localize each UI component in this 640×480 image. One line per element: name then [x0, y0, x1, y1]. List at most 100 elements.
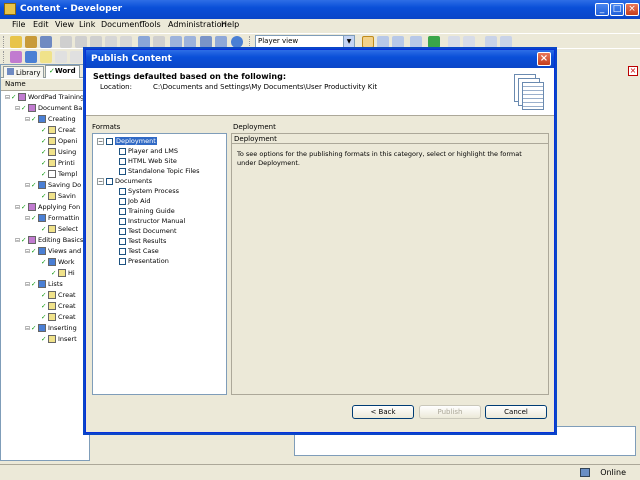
tree-item[interactable]: ✓ Creat	[35, 125, 76, 136]
menu-tools[interactable]: Tools	[141, 20, 161, 29]
tree-item[interactable]: ⊟✓ Formattin	[25, 213, 79, 224]
collapse-icon[interactable]: −	[97, 137, 104, 145]
format-item[interactable]: Standalone Topic Files	[119, 166, 200, 176]
help-icon[interactable]	[231, 36, 243, 48]
tree-item[interactable]: ✓ Using	[35, 147, 76, 158]
menu-link[interactable]: Link	[79, 20, 95, 29]
document-icon[interactable]	[70, 51, 82, 63]
format-checkbox[interactable]	[119, 227, 126, 235]
layout-icon[interactable]	[362, 36, 374, 48]
tree-item[interactable]: ⊟✓ Saving Do	[25, 180, 81, 191]
tree-item[interactable]: ⊟✓ Applying Fon	[15, 202, 80, 213]
format-item[interactable]: Test Case	[119, 246, 159, 256]
tab-library[interactable]: Library	[3, 66, 45, 78]
format-checkbox[interactable]	[106, 137, 113, 145]
find-icon[interactable]	[200, 36, 212, 48]
publish-icon[interactable]	[485, 36, 497, 48]
format-item[interactable]: Training Guide	[119, 206, 175, 216]
check-out-icon[interactable]	[463, 36, 475, 48]
tree-item[interactable]: ✓ Hi	[45, 268, 75, 279]
publish-button[interactable]: Publish	[419, 405, 481, 419]
format-checkbox[interactable]	[106, 177, 113, 185]
collapse-icon[interactable]	[184, 36, 196, 48]
paste-icon[interactable]	[90, 36, 102, 48]
format-item[interactable]: Instructor Manual	[119, 216, 185, 226]
menu-view[interactable]: View	[55, 20, 74, 29]
tree-item[interactable]: ⊟✓ Inserting	[25, 323, 77, 334]
menu-file[interactable]: File	[12, 20, 25, 29]
format-checkbox[interactable]	[119, 237, 126, 245]
close-window-button[interactable]: ×	[625, 3, 639, 16]
tree-item[interactable]: ✓ Creat	[35, 290, 76, 301]
refresh-icon[interactable]	[428, 36, 440, 48]
chevron-down-icon[interactable]: ▼	[343, 36, 354, 47]
preview-icon[interactable]	[500, 36, 512, 48]
format-checkbox[interactable]	[119, 147, 126, 155]
minimize-button[interactable]: _	[595, 3, 609, 16]
split-horizontal-icon[interactable]	[377, 36, 389, 48]
module-icon[interactable]	[10, 51, 22, 63]
tree-item[interactable]: ✓ Savin	[35, 191, 76, 202]
format-checkbox[interactable]	[119, 167, 126, 175]
save-icon[interactable]	[40, 36, 52, 48]
tree-item[interactable]: ✓ Openi	[35, 136, 77, 147]
properties-icon[interactable]	[120, 36, 132, 48]
back-button[interactable]: < Back	[352, 405, 414, 419]
tree-item[interactable]: ⊟✓ WordPad Training	[5, 92, 84, 103]
menu-help[interactable]: Help	[221, 20, 239, 29]
format-checkbox[interactable]	[119, 257, 126, 265]
topic-icon[interactable]	[40, 51, 52, 63]
cancel-button[interactable]: Cancel	[485, 405, 547, 419]
undo-icon[interactable]	[138, 36, 150, 48]
replace-icon[interactable]	[215, 36, 227, 48]
format-item[interactable]: − Deployment	[97, 136, 157, 146]
redo-icon[interactable]	[153, 36, 165, 48]
tree-item[interactable]: ✓ Insert	[35, 334, 77, 345]
maximize-button[interactable]: □	[610, 3, 624, 16]
format-item[interactable]: Test Document	[119, 226, 177, 236]
format-item[interactable]: Presentation	[119, 256, 169, 266]
menu-document[interactable]: Document	[101, 20, 142, 29]
tree-item[interactable]: ✓ Templ	[35, 169, 77, 180]
question-icon[interactable]	[55, 51, 67, 63]
format-checkbox[interactable]	[119, 247, 126, 255]
menu-edit[interactable]: Edit	[33, 20, 49, 29]
format-item[interactable]: Player and LMS	[119, 146, 178, 156]
tree-item[interactable]: ⊟✓ Document Ba	[15, 103, 82, 114]
menu-administration[interactable]: Administration	[168, 20, 227, 29]
format-item[interactable]: Test Results	[119, 236, 166, 246]
cut-icon[interactable]	[60, 36, 72, 48]
format-checkbox[interactable]	[119, 197, 126, 205]
tree-item[interactable]: ⊟✓ Lists	[25, 279, 63, 290]
collapse-icon[interactable]: −	[97, 177, 104, 185]
tree-item[interactable]: ⊟✓ Views and	[25, 246, 81, 257]
format-item[interactable]: System Process	[119, 186, 179, 196]
panes-icon[interactable]	[410, 36, 422, 48]
column-header-name[interactable]: Name	[1, 79, 89, 91]
format-item[interactable]: − Documents	[97, 176, 152, 186]
folder-icon[interactable]	[25, 36, 37, 48]
tree-item[interactable]: ⊟✓ Creating	[25, 114, 76, 125]
split-vertical-icon[interactable]	[392, 36, 404, 48]
format-checkbox[interactable]	[119, 217, 126, 225]
view-select[interactable]: Player view ▼	[255, 35, 355, 48]
delete-icon[interactable]	[105, 36, 117, 48]
expand-icon[interactable]	[170, 36, 182, 48]
tree-item[interactable]: ⊟✓ Editing Basics	[15, 235, 83, 246]
check-in-icon[interactable]	[448, 36, 460, 48]
copy-icon[interactable]	[75, 36, 87, 48]
format-item[interactable]: HTML Web Site	[119, 156, 177, 166]
format-checkbox[interactable]	[119, 157, 126, 165]
tab-word[interactable]: ✓Word	[45, 65, 80, 78]
tree-item[interactable]: ✓ Select	[35, 224, 78, 235]
tree-item[interactable]: ✓ Creat	[35, 301, 76, 312]
close-pane-icon[interactable]: ×	[628, 66, 638, 76]
format-checkbox[interactable]	[119, 207, 126, 215]
section-icon[interactable]	[25, 51, 37, 63]
tree-item[interactable]: ✓ Printi	[35, 158, 75, 169]
format-item[interactable]: Job Aid	[119, 196, 150, 206]
format-checkbox[interactable]	[119, 187, 126, 195]
tree-item[interactable]: ✓ Creat	[35, 312, 76, 323]
dialog-close-button[interactable]: ×	[537, 52, 551, 66]
tree-item[interactable]: ✓ Work	[35, 257, 74, 268]
